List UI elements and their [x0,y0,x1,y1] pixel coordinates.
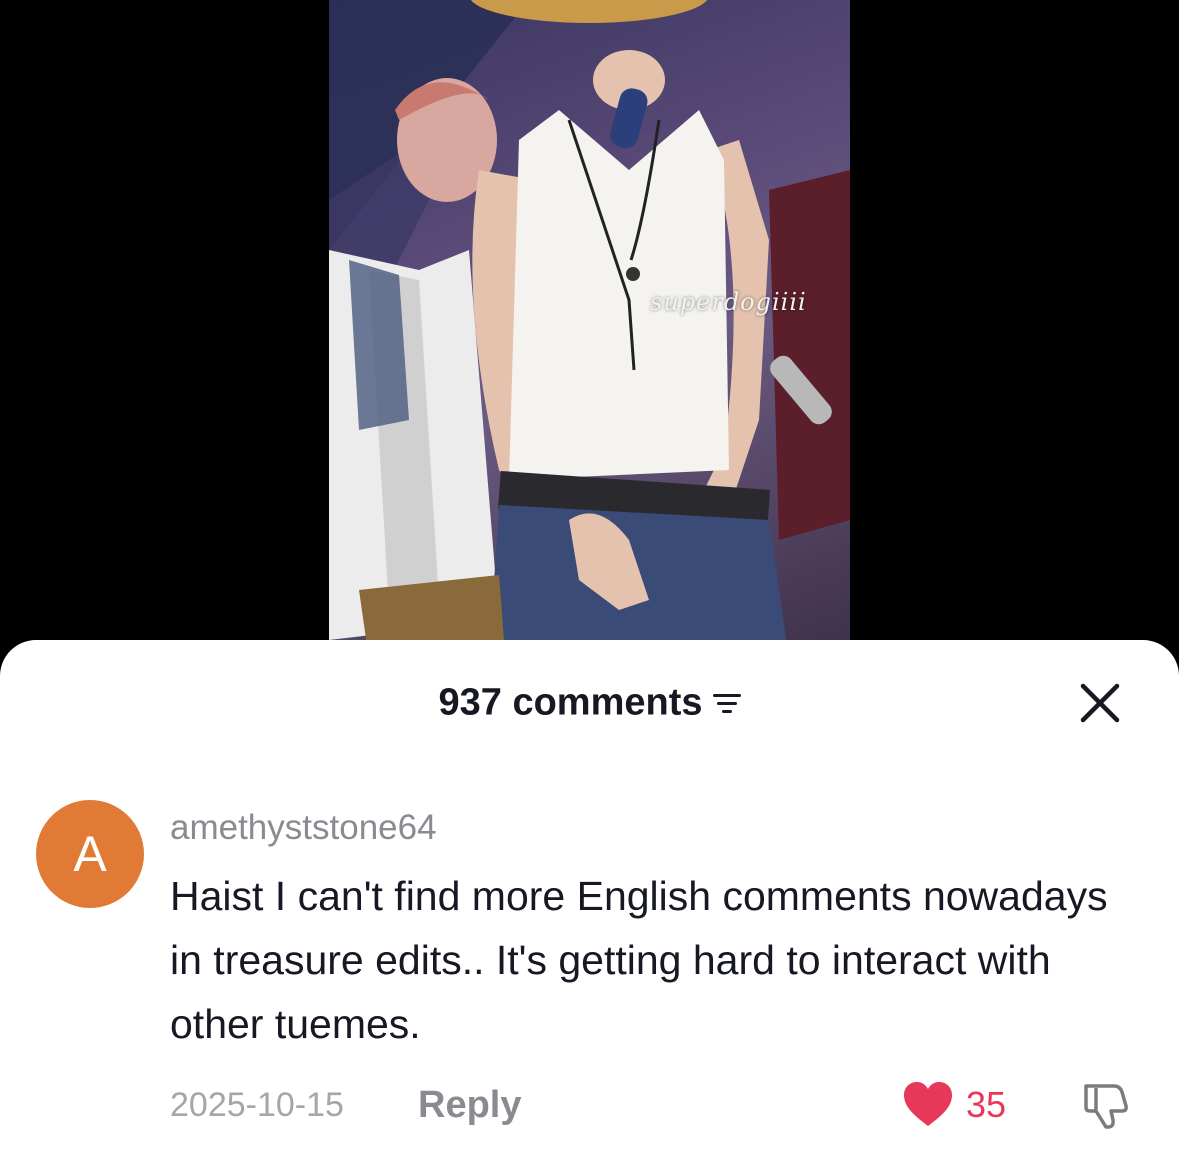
comment-username[interactable]: amethyststone64 [170,808,437,848]
comments-sheet: 937 comments A amethyststone64 Haist I c… [0,640,1179,1150]
sort-lines-icon[interactable] [712,691,741,715]
comment-date: 2025-10-15 [170,1086,344,1124]
comments-header: 937 comments [0,640,1179,760]
comment-text: Haist I can't find more English comments… [170,873,1108,1047]
video-watermark: superdogiiii [650,288,807,316]
avatar[interactable]: A [36,800,144,908]
close-icon[interactable] [1077,680,1123,726]
video-frame[interactable] [329,0,850,660]
reply-button[interactable]: Reply [418,1084,521,1127]
comment-meta: 2025-10-15 Reply 35 [170,1082,1150,1130]
video-still-image [329,0,850,660]
video-player[interactable]: superdogiiii [0,0,1179,660]
thumbs-down-icon[interactable] [1080,1080,1132,1132]
comments-count-label: 937 comments [438,681,703,724]
heart-filled-icon [904,1082,952,1126]
comments-count-button[interactable]: 937 comments [0,680,1179,724]
like-count: 35 [966,1084,1007,1125]
